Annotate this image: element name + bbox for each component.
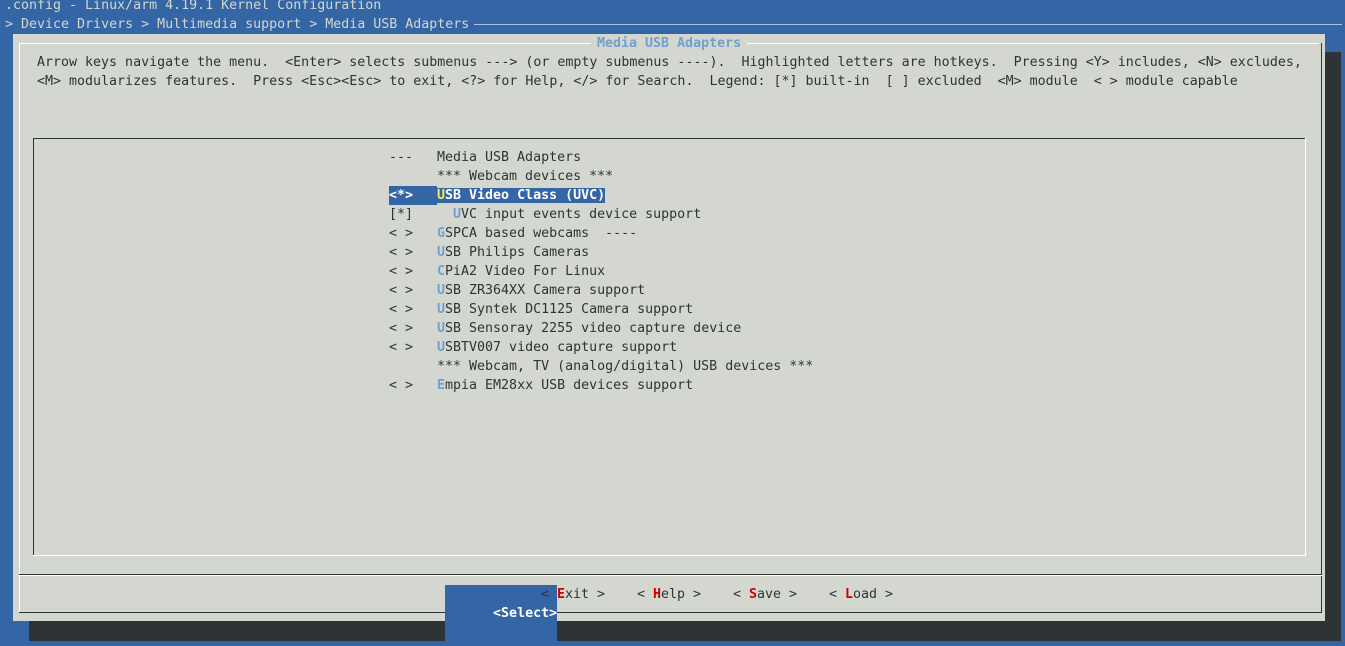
- menu-item-label: USB Sensoray 2255 video capture device: [437, 321, 741, 336]
- save-hotkey: S: [749, 587, 758, 602]
- menu-item-hotkey: U: [437, 245, 446, 260]
- menu-item-label: CPiA2 Video For Linux: [437, 264, 605, 279]
- save-button[interactable]: < Save >: [733, 585, 797, 604]
- select-button-label: <Select>: [493, 606, 558, 621]
- menu-item-text: SB Sensoray 2255 video capture device: [445, 321, 742, 336]
- menu-item[interactable]: < > GSPCA based webcams ----: [389, 224, 637, 243]
- menu-item-text: *** Webcam, TV (analog/digital) USB devi…: [437, 359, 814, 374]
- menu-item[interactable]: *** Webcam, TV (analog/digital) USB devi…: [389, 357, 813, 376]
- menu-item-label: USBTV007 video capture support: [437, 340, 677, 355]
- menuconfig-dialog: Media USB Adapters Arrow keys navigate t…: [13, 34, 1325, 642]
- menu-item[interactable]: < > CPiA2 Video For Linux: [389, 262, 605, 281]
- menu-border: [1305, 138, 1306, 556]
- menu-item-label: USB Philips Cameras: [437, 245, 589, 260]
- menu-item[interactable]: --- Media USB Adapters: [389, 148, 581, 167]
- save-button-bracket: <: [733, 587, 750, 602]
- exit-button-bracket: <: [541, 587, 558, 602]
- menu-item[interactable]: < > USBTV007 video capture support: [389, 338, 677, 357]
- help-hotkey: H: [653, 587, 662, 602]
- menu-item-label: *** Webcam devices ***: [437, 169, 613, 184]
- menu-item-label: Empia EM28xx USB devices support: [437, 378, 693, 393]
- load-button-bracket: <: [829, 587, 846, 602]
- menu-item[interactable]: < > Empia EM28xx USB devices support: [389, 376, 693, 395]
- menu-item[interactable]: <*> USB Video Class (UVC): [389, 186, 606, 205]
- menu-item-hotkey: E: [437, 378, 446, 393]
- window-title: .config - Linux/arm 4.19.1 Kernel Config…: [5, 0, 382, 13]
- menu-item-label: USB Syntek DC1125 Camera support: [437, 302, 693, 317]
- menu-item-state: [389, 167, 437, 186]
- menu-item[interactable]: < > USB Syntek DC1125 Camera support: [389, 300, 693, 319]
- breadcrumb: > Device Drivers > Multimedia support > …: [5, 17, 470, 32]
- menu-item[interactable]: *** Webcam devices ***: [389, 167, 613, 186]
- menu-item-text: SB ZR364XX Camera support: [445, 283, 646, 298]
- help-button-bracket: <: [637, 587, 654, 602]
- menu-item-text: SPCA based webcams ----: [445, 226, 638, 241]
- help-text-line-1: Arrow keys navigate the menu. <Enter> se…: [37, 55, 1302, 70]
- menu-item-state: < >: [389, 245, 414, 260]
- menu-item-hotkey: U: [437, 188, 446, 203]
- menu-item-text: SB Syntek DC1125 Camera support: [445, 302, 694, 317]
- dialog-frame: [1321, 43, 1322, 613]
- menu-item-text: SB Philips Cameras: [445, 245, 590, 260]
- load-button[interactable]: < Load >: [829, 585, 893, 604]
- menu-item-hotkey: U: [437, 340, 446, 355]
- terminal-screen: .config - Linux/arm 4.19.1 Kernel Config…: [0, 0, 1345, 646]
- menu-item[interactable]: < > USB ZR364XX Camera support: [389, 281, 645, 300]
- menu-item-state: <*>: [389, 186, 437, 205]
- menu-item-label: GSPCA based webcams ----: [437, 226, 637, 241]
- menu-border: [33, 138, 1306, 139]
- help-text-line-2: <M> modularizes features. Press <Esc><Es…: [37, 74, 1238, 89]
- dialog-frame: [19, 612, 1322, 613]
- menu-border: [33, 555, 1306, 556]
- menu-item-hotkey: U: [437, 302, 446, 317]
- menu-item-state: < >: [389, 340, 414, 355]
- menu-item[interactable]: < > USB Sensoray 2255 video capture devic…: [389, 319, 741, 338]
- menu-item-state: < >: [389, 302, 414, 317]
- menu-item-text: SB Video Class (UVC): [445, 188, 606, 203]
- menu-border: [33, 138, 34, 556]
- menu-item-text: SBTV007 video capture support: [445, 340, 678, 355]
- menu-item-text: *** Webcam devices ***: [437, 169, 614, 184]
- menu-item-indent: [437, 207, 453, 222]
- save-button-label: ave >: [757, 587, 798, 602]
- menu-item-state: < >: [389, 226, 414, 241]
- menu-item-hotkey: C: [437, 264, 446, 279]
- menu-item-hotkey: U: [453, 207, 462, 222]
- exit-button-label: xit >: [565, 587, 606, 602]
- menu-item-state: ---: [389, 150, 422, 165]
- menu-item-hotkey: U: [437, 283, 446, 298]
- load-button-label: oad >: [853, 587, 894, 602]
- menu-item-state: [*]: [389, 207, 414, 222]
- menu-item-label: UVC input events device support: [437, 207, 701, 222]
- breadcrumb-rule: [474, 24, 1342, 25]
- menu-item[interactable]: [*] UVC input events device support: [389, 205, 701, 224]
- menu-item-state: < >: [389, 283, 414, 298]
- help-button[interactable]: < Help >: [637, 585, 701, 604]
- menu-item-label: *** Webcam, TV (analog/digital) USB devi…: [437, 359, 813, 374]
- selected-highlight: USB Video Class (UVC): [437, 188, 606, 203]
- menu-item-state: < >: [389, 264, 414, 279]
- menu-item-label: USB ZR364XX Camera support: [437, 283, 645, 298]
- load-hotkey: L: [845, 587, 854, 602]
- menu-item-text: PiA2 Video For Linux: [445, 264, 606, 279]
- menu-item[interactable]: < > USB Philips Cameras: [389, 243, 589, 262]
- menu-item-label: USB Video Class (UVC): [437, 188, 605, 203]
- menu-item-text: VC input events device support: [461, 207, 702, 222]
- menu-item-state: [389, 357, 437, 376]
- dialog-frame: [19, 43, 20, 613]
- menu-item-hotkey: U: [437, 321, 446, 336]
- exit-button[interactable]: < Exit >: [541, 585, 605, 604]
- button-separator: [19, 575, 1322, 576]
- menu-item-hotkey: G: [437, 226, 446, 241]
- exit-hotkey: E: [557, 587, 566, 602]
- menu-list: --- Media USB Adapters *** Webcam device…: [33, 138, 1306, 556]
- help-button-label: elp >: [661, 587, 702, 602]
- menu-item-state: < >: [389, 378, 414, 393]
- menu-item-text: Media USB Adapters: [437, 150, 582, 165]
- menu-item-label: Media USB Adapters: [437, 150, 581, 165]
- dialog-title: Media USB Adapters: [591, 34, 748, 53]
- menu-item-text: mpia EM28xx USB devices support: [445, 378, 694, 393]
- menu-item-state: < >: [389, 321, 414, 336]
